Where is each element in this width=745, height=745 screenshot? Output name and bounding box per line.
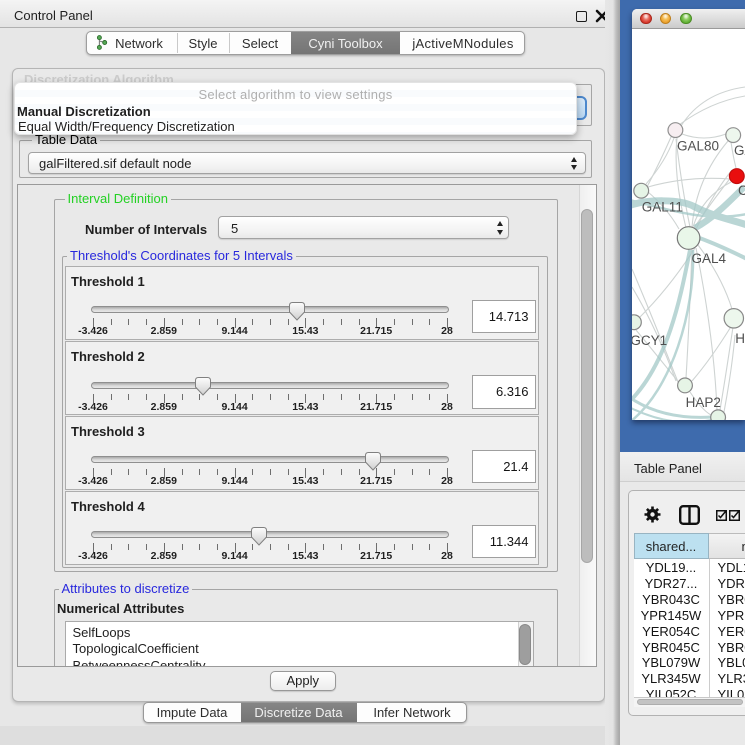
svg-text:GAL11: GAL11 [642,200,683,215]
svg-text:H: H [735,331,745,346]
svg-text:GAL80: GAL80 [677,139,719,154]
svg-text:GAL4: GAL4 [692,251,727,266]
svg-text:GCY1: GCY1 [632,333,667,348]
svg-text:C: C [738,183,745,198]
svg-text:GA: GA [734,143,745,158]
svg-text:HAP2: HAP2 [686,395,721,410]
